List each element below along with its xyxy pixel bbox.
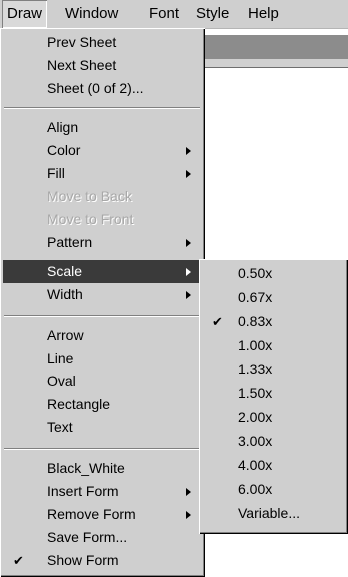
menu-item-oval[interactable]: Oval <box>3 370 201 393</box>
scale-item-1-00x[interactable]: 1.00x <box>202 334 344 357</box>
scale-item-variable[interactable]: Variable... <box>202 502 344 525</box>
menu-item-label: Align <box>47 119 79 135</box>
menu-item-label: 1.00x <box>238 337 273 353</box>
arrow-right-icon <box>186 170 191 178</box>
menu-item-label: Prev Sheet <box>47 34 117 50</box>
menu-item-label: Text <box>47 419 73 435</box>
menu-bar: Draw Window Font Style Help <box>0 0 348 29</box>
menu-item-label: 3.00x <box>238 433 273 449</box>
check-icon: ✔ <box>212 314 223 329</box>
scale-item-1-50x[interactable]: 1.50x <box>202 382 344 405</box>
menu-item-label: Color <box>47 142 81 158</box>
menu-item-label: 1.50x <box>238 385 273 401</box>
scale-submenu: 0.50x 0.67x ✔ 0.83x 1.00x 1.33x 1.50x 2.0… <box>199 259 348 534</box>
menu-item-prev-sheet[interactable]: Prev Sheet <box>3 31 201 54</box>
menu-draw[interactable]: Draw <box>2 0 48 28</box>
menu-item-text[interactable]: Text <box>3 416 201 439</box>
menu-item-move-to-front: Move to Front <box>3 208 201 231</box>
menu-item-fill[interactable]: Fill <box>3 162 201 185</box>
arrow-right-icon <box>186 291 191 299</box>
menu-item-label: 0.83x <box>238 313 273 329</box>
arrow-right-icon <box>186 488 191 496</box>
menu-item-label: 4.00x <box>238 457 273 473</box>
menu-separator <box>4 448 200 450</box>
menu-item-color[interactable]: Color <box>3 139 201 162</box>
menu-item-label: Line <box>47 350 74 366</box>
menu-item-label: 0.50x <box>238 265 273 281</box>
menu-font[interactable]: Font <box>144 0 184 28</box>
menu-item-label: Move to Front <box>47 211 134 227</box>
scale-item-4-00x[interactable]: 4.00x <box>202 454 344 477</box>
draw-menu: Prev Sheet Next Sheet Sheet (0 of 2)... … <box>0 28 205 577</box>
window-divider <box>205 67 348 68</box>
menu-item-align[interactable]: Align <box>3 116 201 139</box>
menu-item-sheet[interactable]: Sheet (0 of 2)... <box>3 77 201 100</box>
menu-item-label: Black_White <box>47 460 125 476</box>
menu-separator <box>4 315 200 317</box>
menu-item-label: 6.00x <box>238 481 273 497</box>
scale-item-1-33x[interactable]: 1.33x <box>202 358 344 381</box>
menu-separator <box>4 107 200 109</box>
arrow-right-icon <box>186 239 191 247</box>
menu-item-black-white[interactable]: Black_White <box>3 457 201 480</box>
scale-item-0-83x[interactable]: ✔ 0.83x <box>202 310 344 333</box>
menu-item-label: 1.33x <box>238 361 273 377</box>
arrow-right-icon <box>186 511 191 519</box>
window-title-bar <box>205 35 348 59</box>
check-icon: ✔ <box>13 553 24 568</box>
menu-item-label: Width <box>47 286 83 302</box>
menu-item-scale[interactable]: Scale <box>3 260 201 283</box>
menu-item-next-sheet[interactable]: Next Sheet <box>3 54 201 77</box>
menu-item-label: 0.67x <box>238 289 273 305</box>
menu-item-line[interactable]: Line <box>3 347 201 370</box>
menu-item-move-to-back: Move to Back <box>3 185 201 208</box>
menu-item-label: Insert Form <box>47 483 119 499</box>
scale-item-0-50x[interactable]: 0.50x <box>202 262 344 285</box>
arrow-right-icon <box>186 268 191 276</box>
menu-item-save-form[interactable]: Save Form... <box>3 526 201 549</box>
menu-item-label: Variable... <box>238 505 300 521</box>
scale-item-2-00x[interactable]: 2.00x <box>202 406 344 429</box>
menu-item-label: Rectangle <box>47 396 111 412</box>
menu-item-label: Next Sheet <box>47 57 117 73</box>
menu-item-label: Scale <box>47 263 83 279</box>
menu-item-label: Remove Form <box>47 506 136 522</box>
menu-item-label: Save Form... <box>47 529 128 545</box>
scale-item-0-67x[interactable]: 0.67x <box>202 286 344 309</box>
window-toolbar-strip <box>205 59 348 67</box>
menu-item-label: Oval <box>47 373 76 389</box>
menu-window[interactable]: Window <box>60 0 123 28</box>
menu-item-insert-form[interactable]: Insert Form <box>3 480 201 503</box>
menu-item-label: Pattern <box>47 234 93 250</box>
menu-item-label: Fill <box>47 165 65 181</box>
menu-item-remove-form[interactable]: Remove Form <box>3 503 201 526</box>
arrow-right-icon <box>186 147 191 155</box>
menu-item-width[interactable]: Width <box>3 283 201 306</box>
menu-help[interactable]: Help <box>243 0 284 28</box>
menu-item-label: Arrow <box>47 327 84 343</box>
menu-item-label: Move to Back <box>47 188 132 204</box>
menu-item-pattern[interactable]: Pattern <box>3 231 201 254</box>
menu-item-label: Show Form <box>47 552 119 568</box>
scale-item-6-00x[interactable]: 6.00x <box>202 478 344 501</box>
menu-item-show-form[interactable]: ✔ Show Form <box>3 549 201 572</box>
menu-item-arrow[interactable]: Arrow <box>3 324 201 347</box>
menu-item-label: 2.00x <box>238 409 273 425</box>
scale-item-3-00x[interactable]: 3.00x <box>202 430 344 453</box>
menu-item-label: Sheet (0 of 2)... <box>47 80 144 96</box>
menu-style[interactable]: Style <box>191 0 234 28</box>
menu-item-rectangle[interactable]: Rectangle <box>3 393 201 416</box>
